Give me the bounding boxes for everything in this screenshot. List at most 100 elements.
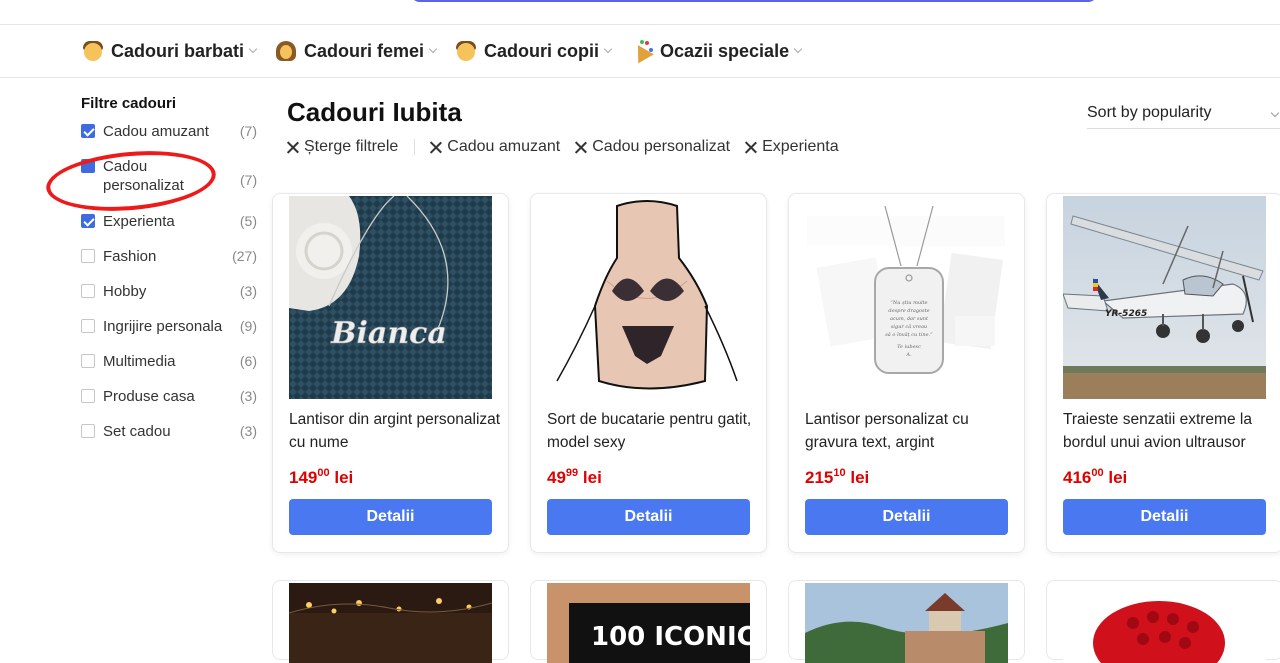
sort-select[interactable]: Sort by popularity [1087,99,1280,129]
product-image-apron[interactable] [547,196,750,399]
product-image-engraved-pendant[interactable]: “Nu știu multe despre dragoste acum, dar… [805,196,1008,399]
product-card[interactable] [1046,580,1280,663]
nav-label: Cadouri femei [304,40,425,61]
filter-count: (5) [239,213,257,229]
filter-count: (27) [232,248,257,264]
divider [414,139,416,155]
active-filters: Șterge filtrele Cadou amuzant Cadou pers… [286,138,853,156]
filter-count: (6) [239,353,257,369]
filter-sidebar: Filtre cadouri Cadou amuzant (7) Cadou p… [81,95,261,457]
filter-label: Multimedia [103,353,176,370]
filter-count: (9) [239,318,257,334]
checkbox[interactable] [81,319,95,333]
product-image-ultralight-plane[interactable]: YR-5265 [1063,196,1266,399]
product-image-book[interactable]: 100 ICONIC [547,583,750,663]
sidebar-title: Filtre cadouri [81,95,177,112]
filter-experienta[interactable]: Experienta (5) [81,212,261,247]
clear-filters-button[interactable]: Șterge filtrele [286,138,398,156]
page-title: Cadouri Iubita [287,97,462,127]
filter-set-cadou[interactable]: Set cadou (3) [81,422,261,457]
chevron-down-icon [1270,108,1280,118]
product-image-necklace[interactable]: Bianca [289,196,492,399]
checkbox[interactable] [81,249,95,263]
product-card[interactable]: Bianca Lantisor din argint personalizat … [272,193,509,553]
nav-label: Cadouri barbati [111,40,245,61]
product-image-monastery[interactable] [805,583,1008,663]
filter-fashion[interactable]: Fashion (27) [81,247,261,282]
svg-text:acum, dar sunt: acum, dar sunt [890,316,929,322]
product-price: 14900 lei [289,467,354,487]
filter-count: (3) [239,283,257,299]
filter-produse-casa[interactable]: Produse casa (3) [81,387,261,422]
svg-text:“Nu știu multe: “Nu știu multe [890,299,927,306]
details-button[interactable]: Detalii [1063,499,1266,535]
checkbox[interactable] [81,424,95,438]
nav-label: Ocazii speciale [660,40,790,61]
product-image-night-lights[interactable] [289,583,492,663]
product-card[interactable]: YR-5265 Traieste senzatii extreme la bor… [1046,193,1280,553]
close-icon [286,141,299,154]
filter-label: Cadou amuzant [103,123,209,140]
details-button[interactable]: Detalii [547,499,750,535]
filter-multimedia[interactable]: Multimedia (6) [81,352,261,387]
details-button[interactable]: Detalii [289,499,492,535]
product-name[interactable]: Sort de bucatarie pentru gatit, model se… [547,408,762,454]
nav-item-cadouri-barbati[interactable]: Cadouri barbati [82,38,258,64]
product-card[interactable] [272,580,509,663]
checkbox[interactable] [81,284,95,298]
close-icon [744,141,757,154]
filter-label: Experienta [103,213,175,230]
details-button[interactable]: Detalii [805,499,1008,535]
category-nav: Cadouri barbati Cadouri femei Cadouri co… [0,25,1280,78]
top-bar [0,0,1280,25]
svg-text:A.: A. [905,352,912,358]
chip-label: Șterge filtrele [304,138,399,155]
filter-count: (3) [239,388,257,404]
checkbox[interactable] [81,124,95,138]
product-name[interactable]: Lantisor personalizat cu gravura text, a… [805,408,1020,454]
product-price: 4999 lei [547,467,602,487]
close-icon [429,141,442,154]
product-card[interactable]: Sort de bucatarie pentru gatit, model se… [530,193,767,553]
svg-text:sigur că vreau: sigur că vreau [891,323,927,330]
nav-item-ocazii-speciale[interactable]: Ocazii speciale [630,38,803,64]
man-icon [82,40,104,62]
remove-filter-experienta[interactable]: Experienta [744,138,839,156]
filter-label: Produse casa [103,388,195,405]
checkbox[interactable] [81,389,95,403]
chevron-down-icon [603,44,613,54]
product-image-roses[interactable] [1063,583,1266,663]
search-bar[interactable] [410,0,1098,2]
chevron-down-icon [793,44,803,54]
nav-label: Cadouri copii [484,40,600,61]
filter-count: (7) [240,172,258,188]
remove-filter-cadou-amuzant[interactable]: Cadou amuzant [429,138,560,156]
product-card[interactable] [788,580,1025,663]
remove-filter-cadou-personalizat[interactable]: Cadou personalizat [574,138,730,156]
filter-label: Set cadou [103,423,171,440]
product-name[interactable]: Lantisor din argint personalizat cu nume [289,408,504,454]
child-icon [455,40,477,62]
filter-ingrijire-personala[interactable]: Ingrijire personala (9) [81,317,261,352]
svg-text:să o învăț cu tine.”: să o învăț cu tine.” [885,331,933,338]
nav-item-cadouri-copii[interactable]: Cadouri copii [455,38,613,64]
svg-text:despre dragoste: despre dragoste [888,308,929,314]
necklace-name-text: Bianca [330,316,447,351]
product-name[interactable]: Traieste senzatii extreme la bordul unui… [1063,408,1278,454]
chevron-down-icon [428,44,438,54]
filter-count: (3) [239,423,257,439]
product-card[interactable]: “Nu știu multe despre dragoste acum, dar… [788,193,1025,553]
checkbox[interactable] [81,354,95,368]
filter-hobby[interactable]: Hobby (3) [81,282,261,317]
chip-label: Experienta [762,138,839,155]
chip-label: Cadou amuzant [447,138,561,155]
checkbox[interactable] [81,214,95,228]
filter-label: Ingrijire personala [103,318,223,335]
book-title-text: 100 ICONIC [591,622,750,652]
filter-label: Hobby [103,283,147,300]
nav-item-cadouri-femei[interactable]: Cadouri femei [275,38,438,64]
woman-icon [275,40,297,62]
close-icon [574,141,587,154]
chevron-down-icon [248,44,258,54]
product-card[interactable]: 100 ICONIC [530,580,767,663]
